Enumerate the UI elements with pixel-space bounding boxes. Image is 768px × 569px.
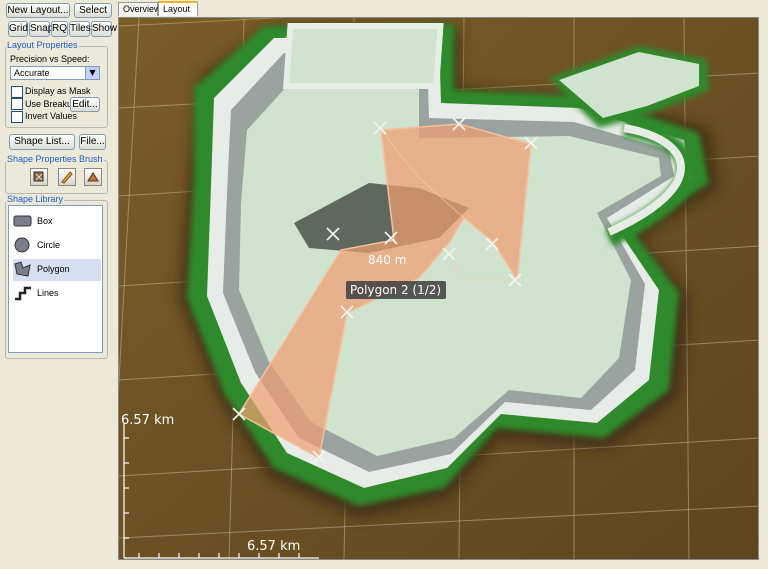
shape-library-label: Circle — [37, 240, 61, 250]
scale-horizontal-label: 6.57 km — [247, 539, 300, 554]
select-button[interactable]: Select — [74, 3, 112, 18]
tab-layout-0[interactable]: Layout 0 — [158, 1, 198, 27]
box-icon — [13, 215, 32, 227]
left-panel: New Layout... Select Grid Snap RQ Tiles … — [0, 0, 117, 569]
display-as-mask-label: Display as Mask — [25, 86, 91, 96]
show-toggle-button[interactable]: Show — [91, 21, 117, 37]
precision-select[interactable]: Accurate ▼ — [10, 66, 100, 80]
shape-library-title: Shape Library — [6, 194, 65, 204]
shape-properties-brush-title: Shape Properties Brush — [6, 154, 104, 164]
polygon-icon — [14, 261, 31, 277]
shape-library-item-box[interactable]: Box — [13, 211, 101, 233]
brush-paint-icon[interactable] — [58, 168, 76, 186]
grid-toggle-button[interactable]: Grid — [8, 21, 28, 37]
shape-library-label: Box — [37, 216, 53, 226]
segment-length-label: 840 m — [368, 253, 406, 267]
terrain-canvas[interactable]: 840 m Polygon 2 (1/2) 6.57 km 6.57 km — [119, 18, 759, 560]
shape-library-list: Box Circle Polygon Lines — [8, 205, 103, 353]
display-as-mask-checkbox[interactable] — [11, 86, 23, 98]
use-breakup-checkbox[interactable] — [11, 98, 23, 110]
view-tabs: Overview Layout 0 — [116, 0, 768, 27]
new-layout-button[interactable]: New Layout... — [6, 3, 70, 18]
precision-value: Accurate — [14, 68, 50, 78]
shape-library-item-lines[interactable]: Lines — [13, 283, 101, 305]
shape-library-item-polygon[interactable]: Polygon — [13, 259, 101, 281]
tiles-toggle-button[interactable]: Tiles — [69, 21, 91, 37]
lines-icon — [15, 286, 31, 301]
chevron-down-icon[interactable]: ▼ — [85, 67, 99, 79]
invert-values-checkbox[interactable] — [11, 111, 23, 123]
breakup-edit-button[interactable]: Edit... — [70, 97, 100, 112]
snap-toggle-button[interactable]: Snap — [29, 21, 53, 37]
terrain-viewport[interactable]: 840 m Polygon 2 (1/2) 6.57 km 6.57 km — [118, 17, 759, 560]
brush-copy-icon[interactable] — [30, 168, 48, 186]
shape-library-label: Lines — [37, 288, 59, 298]
circle-icon — [14, 237, 30, 253]
polygon-name-label: Polygon 2 (1/2) — [350, 283, 441, 297]
shape-list-button[interactable]: Shape List... — [9, 134, 75, 150]
scale-vertical-label: 6.57 km — [121, 413, 174, 428]
shape-library-item-circle[interactable]: Circle — [13, 235, 101, 257]
brush-apply-icon[interactable] — [84, 168, 102, 186]
file-button[interactable]: File... — [79, 134, 106, 150]
layout-properties-title: Layout Properties — [6, 40, 79, 50]
invert-values-label: Invert Values — [25, 111, 77, 121]
shape-library-label: Polygon — [37, 264, 70, 274]
tab-overview[interactable]: Overview — [118, 2, 161, 16]
precision-label: Precision vs Speed: — [10, 54, 90, 64]
rq-toggle-button[interactable]: RQ — [51, 21, 68, 37]
